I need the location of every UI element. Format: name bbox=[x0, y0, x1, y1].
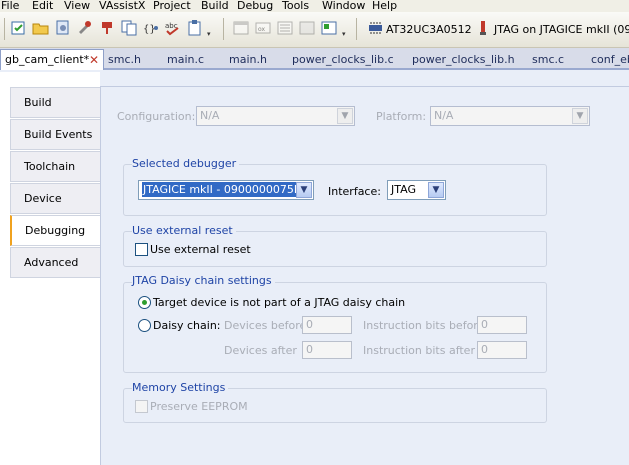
menu-bar: File Edit View VAssistX Project Build De… bbox=[0, 0, 629, 12]
disassembly-icon[interactable] bbox=[298, 19, 316, 37]
registers-icon[interactable] bbox=[276, 19, 294, 37]
build-settings-icon[interactable] bbox=[54, 19, 72, 37]
tab-smc-c[interactable]: smc.c bbox=[532, 52, 564, 68]
tab-main-h[interactable]: main.h bbox=[229, 52, 267, 68]
chip-icon[interactable] bbox=[366, 19, 384, 37]
code-snippet-icon[interactable]: {} bbox=[142, 19, 160, 37]
not-daisy-chain-radio[interactable] bbox=[138, 296, 151, 309]
sidebar-item-debugging[interactable]: Debugging bbox=[10, 215, 101, 246]
toolbar-separator-2 bbox=[356, 18, 357, 40]
instruction-bits-before-label: Instruction bits before bbox=[363, 319, 485, 332]
chevron-down-icon: ▼ bbox=[428, 182, 444, 198]
memory-settings-title: Memory Settings bbox=[132, 381, 229, 394]
interface-label: Interface: bbox=[328, 185, 381, 198]
tab-label: gb_cam_client* bbox=[5, 53, 90, 66]
interface-value: JTAG bbox=[391, 183, 416, 196]
memory-view-icon[interactable]: ox bbox=[254, 19, 272, 37]
device-name[interactable]: AT32UC3A0512 bbox=[386, 23, 472, 36]
not-daisy-chain-label: Target device is not part of a JTAG dais… bbox=[153, 296, 406, 309]
copy-icon[interactable] bbox=[120, 19, 138, 37]
daisy-chain-title: JTAG Daisy chain settings bbox=[132, 274, 275, 287]
platform-value: N/A bbox=[434, 109, 454, 122]
debugger-icon[interactable] bbox=[474, 19, 492, 37]
sidebar-item-device[interactable]: Device bbox=[10, 183, 101, 214]
device-programming-icon[interactable] bbox=[98, 19, 116, 37]
menu-help[interactable]: Help bbox=[372, 0, 397, 11]
platform-dropdown[interactable]: N/A ▼ bbox=[430, 106, 590, 126]
open-folder-icon[interactable] bbox=[32, 19, 50, 37]
sidebar-item-toolchain[interactable]: Toolchain bbox=[10, 151, 101, 182]
configuration-value: N/A bbox=[200, 109, 220, 122]
toolbar-grip bbox=[4, 18, 5, 40]
devices-after-field[interactable]: 0 bbox=[302, 341, 352, 359]
clipboard-icon[interactable] bbox=[186, 19, 204, 37]
menu-build[interactable]: Build bbox=[201, 0, 229, 11]
close-icon[interactable]: ✕ bbox=[89, 50, 99, 70]
devices-after-label: Devices after bbox=[224, 344, 297, 357]
window-icon[interactable] bbox=[232, 19, 250, 37]
debugger-dropdown[interactable]: JTAGICE mkII - 0900000075D4 ▼ bbox=[138, 180, 314, 200]
chevron-down-icon: ▼ bbox=[296, 182, 312, 198]
configuration-dropdown[interactable]: N/A ▼ bbox=[196, 106, 355, 126]
instruction-bits-after-label: Instruction bits after bbox=[363, 344, 475, 357]
toolbar-separator bbox=[223, 18, 224, 40]
toolbar-overflow-icon-2[interactable]: ▾ bbox=[342, 30, 346, 38]
use-external-reset-checkbox[interactable] bbox=[135, 243, 148, 256]
interface-dropdown[interactable]: JTAG ▼ bbox=[387, 180, 446, 200]
instruction-bits-before-field[interactable]: 0 bbox=[477, 316, 527, 334]
sidebar-item-build[interactable]: Build bbox=[10, 87, 101, 118]
tab-main-c[interactable]: main.c bbox=[167, 52, 204, 68]
toolbar-overflow-icon[interactable]: ▾ bbox=[207, 30, 211, 38]
chevron-down-icon: ▼ bbox=[572, 108, 588, 124]
external-reset-title: Use external reset bbox=[132, 224, 236, 237]
properties-sidebar: Build Build Events Toolchain Device Debu… bbox=[0, 72, 101, 465]
menu-file[interactable]: File bbox=[1, 0, 19, 11]
daisy-chain-radio[interactable] bbox=[138, 319, 151, 332]
menu-vassistx[interactable]: VAssistX bbox=[99, 0, 145, 11]
menu-debug[interactable]: Debug bbox=[237, 0, 273, 11]
platform-label: Platform: bbox=[376, 110, 427, 123]
chevron-down-icon: ▼ bbox=[337, 108, 353, 124]
menu-edit[interactable]: Edit bbox=[32, 0, 53, 11]
menu-view[interactable]: View bbox=[64, 0, 90, 11]
menu-window[interactable]: Window bbox=[322, 0, 365, 11]
devices-before-field[interactable]: 0 bbox=[302, 316, 352, 334]
preserve-eeprom-checkbox[interactable] bbox=[135, 400, 148, 413]
tools-icon[interactable] bbox=[76, 19, 94, 37]
tab-smc-h[interactable]: smc.h bbox=[108, 52, 141, 68]
document-tab-bar: gb_cam_client* ✕ smc.h main.c main.h pow… bbox=[0, 48, 629, 70]
tab-power-clocks-lib-h[interactable]: power_clocks_lib.h bbox=[412, 52, 515, 68]
daisy-chain-label: Daisy chain: bbox=[153, 319, 221, 332]
spell-check-icon[interactable]: abc bbox=[164, 19, 182, 37]
toolbar: {} abc ▾ ox ▾ AT32UC3A0512 JTAG on JTAGI… bbox=[0, 12, 629, 48]
io-view-icon[interactable] bbox=[320, 19, 338, 37]
svg-text:ox: ox bbox=[258, 26, 265, 33]
sidebar-item-advanced[interactable]: Advanced bbox=[10, 247, 101, 278]
debug-tool-name[interactable]: JTAG on JTAGICE mkII (090 bbox=[494, 23, 629, 36]
devices-before-label: Devices before bbox=[224, 319, 307, 332]
tab-power-clocks-lib-c[interactable]: power_clocks_lib.c bbox=[292, 52, 394, 68]
svg-text:{}: {} bbox=[143, 24, 156, 35]
use-external-reset-label: Use external reset bbox=[150, 243, 251, 256]
tab-conf-eb[interactable]: conf_eb bbox=[591, 52, 629, 68]
new-project-icon[interactable] bbox=[10, 19, 28, 37]
configuration-label: Configuration: bbox=[117, 110, 196, 123]
debugger-value: JTAGICE mkII - 0900000075D4 bbox=[140, 181, 312, 198]
instruction-bits-after-field[interactable]: 0 bbox=[477, 341, 527, 359]
tab-gb-cam-client[interactable]: gb_cam_client* ✕ bbox=[0, 49, 104, 70]
preserve-eeprom-label: Preserve EEPROM bbox=[150, 400, 248, 413]
sidebar-item-build-events[interactable]: Build Events bbox=[10, 119, 101, 150]
selected-debugger-title: Selected debugger bbox=[132, 157, 240, 170]
menu-tools[interactable]: Tools bbox=[282, 0, 309, 11]
menu-project[interactable]: Project bbox=[153, 0, 191, 11]
